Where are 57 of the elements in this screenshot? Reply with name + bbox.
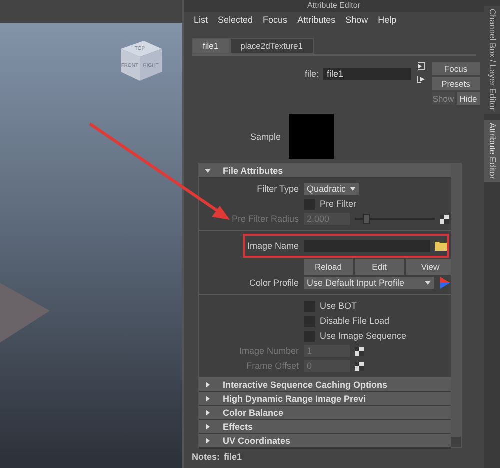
tab[interactable]: file1 — [192, 38, 230, 54]
checkbox-label: Use Image Sequence — [320, 331, 407, 341]
sample-label: Sample — [250, 132, 281, 142]
side-button[interactable]: Focus — [432, 62, 480, 75]
output-connection-icon[interactable] — [417, 75, 426, 84]
field-label: Image Number — [238, 346, 299, 356]
section-header[interactable]: Interactive Sequence Caching Options — [199, 378, 451, 392]
side-tab[interactable]: Attribute Editor — [484, 120, 500, 182]
side-button[interactable]: Hide — [457, 92, 480, 105]
notes-label: Notes: — [192, 452, 220, 464]
action-button[interactable]: Edit — [355, 259, 404, 275]
node-name-field[interactable]: file1 — [323, 68, 411, 80]
tab[interactable]: place2dTexture1 — [230, 38, 314, 54]
expand-caret-icon[interactable] — [205, 410, 211, 416]
section-header[interactable]: UV Coordinates — [199, 434, 451, 448]
expand-caret-icon[interactable] — [205, 438, 211, 444]
color-wheel-icon[interactable] — [439, 277, 451, 289]
expand-caret-icon[interactable] — [205, 424, 211, 430]
section-header[interactable]: Effects — [199, 420, 451, 434]
plane-shape — [0, 283, 50, 343]
menu-item[interactable]: Attributes — [298, 15, 336, 25]
checkbox-label: Use BOT — [320, 301, 358, 311]
sample-swatch — [289, 114, 334, 159]
vertical-scrollbar[interactable] — [451, 164, 461, 437]
dropdown[interactable]: Use Default Input Profile — [304, 277, 434, 289]
expand-caret-icon[interactable] — [205, 382, 211, 388]
expand-caret-icon[interactable] — [205, 396, 211, 402]
checkbox-label: Pre Filter — [320, 199, 357, 209]
checker-icon[interactable] — [355, 346, 364, 356]
side-button[interactable]: Presets — [432, 77, 480, 90]
field-label: Image Name — [246, 241, 299, 251]
dropdown-arrow-icon[interactable] — [425, 281, 431, 285]
collapse-caret-icon[interactable] — [205, 168, 211, 174]
dropdown-arrow-icon[interactable] — [350, 187, 356, 191]
checkbox-label: Disable File Load — [320, 316, 390, 326]
section-header[interactable]: High Dynamic Range Image Previ — [199, 392, 451, 406]
input-connection-icon[interactable] — [417, 62, 426, 71]
field-label: Filter Type — [256, 184, 299, 194]
window-title: Attribute Editor — [184, 0, 484, 12]
side-tab[interactable]: Channel Box / Layer Editor — [484, 6, 500, 114]
field-label: Color Profile — [248, 278, 299, 288]
field-label: file: — [304, 69, 319, 79]
field-label: Frame Offset — [246, 361, 299, 371]
notes-value: file1 — [224, 452, 242, 464]
action-button[interactable]: Reload — [304, 259, 353, 275]
dropdown[interactable]: Quadratic — [304, 183, 360, 195]
checker-icon[interactable] — [355, 362, 364, 370]
menu-item[interactable]: Help — [378, 15, 397, 25]
section-header[interactable]: Color Balance — [199, 406, 451, 420]
menu-item[interactable]: List — [194, 15, 208, 25]
checker-icon[interactable] — [440, 214, 449, 224]
menu-item[interactable]: Show — [346, 15, 368, 25]
section-header[interactable]: File Attributes — [199, 164, 451, 178]
field-label: Pre Filter Radius — [230, 214, 299, 224]
menu-item[interactable]: Selected — [218, 15, 254, 25]
menu-item[interactable]: Focus — [263, 15, 288, 25]
folder-icon[interactable] — [435, 241, 447, 251]
